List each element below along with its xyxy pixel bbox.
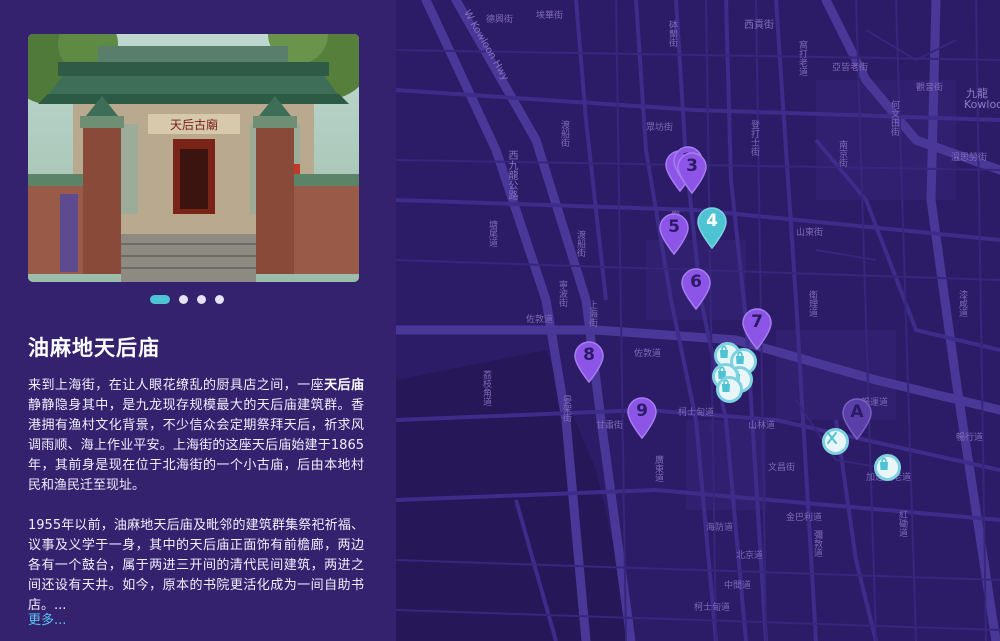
shopping-bag-icon [736,351,744,364]
street-label: 紅磡道 [897,510,907,537]
street-label: 山林道 [748,421,776,431]
attraction-panel: 天后古廟 油麻地天后庙 来到上海街，在让人眼花缭乱的厨具店之间，一座天后庙静静隐… [0,0,396,641]
street-label: 廣東道 [653,455,663,482]
pin-label: 8 [583,345,595,365]
carousel-dot-1[interactable] [150,295,170,304]
map-view[interactable]: W Kowloon Hwy 西九龍公路 塘尾道 渡船街 渡船街 寧波街 上海街 … [396,0,1000,641]
description-text: 来到上海街，在让人眼花缭乱的厨具店之间，一座 [28,378,325,393]
street-label: 寧波街 [557,280,567,307]
temple-sign: 天后古廟 [170,117,218,132]
street-label: 砵蘭街 [667,20,677,47]
street-label: 荔枝角道 [481,370,491,406]
description-highlight: 天后庙 [324,378,364,393]
street-label: 上海街 [587,300,597,327]
map-pin-7[interactable]: 7 [741,308,773,350]
map-roads [396,0,1000,641]
street-label: 山東街 [796,228,824,238]
street-label: 觀音街 [916,83,944,93]
street-label: 佐敦道 [634,349,662,359]
carousel-dot-4[interactable] [215,295,224,304]
description-paragraph-1: 来到上海街，在让人眼花缭乱的厨具店之间，一座天后庙静静隐身其中，是九龙现存规模最… [28,376,364,496]
shopping-poi[interactable] [874,454,901,481]
street-label: 眾坊街 [646,123,674,133]
street-label: 佐敦道 [526,315,554,325]
shopping-bag-icon [720,345,728,358]
street-label: 彌敦道 [812,530,822,557]
street-label: 西九龍公路 [506,150,517,200]
street-label: 暢行道 [956,433,984,443]
street-label: 渡船街 [575,230,585,257]
street-label: 晏架街 [561,395,571,422]
shopping-bag-icon [880,457,888,470]
street-label: 文昌街 [768,463,796,473]
street-label: 德興街 [486,15,514,25]
street-label: 埃華街 [536,11,564,21]
pin-label: 3 [686,156,698,176]
street-label: 西貢街 [744,20,774,31]
street-label: 中間道 [724,581,752,591]
street-label: 南京街 [837,140,847,167]
description-paragraph-2: 1955年以前，油麻地天后庙及毗邻的建筑群集祭祀祈福、议事及义学于一身，其中的天… [28,518,364,613]
carousel-indicators [150,295,224,304]
district-label: Kowloo [964,98,1000,111]
pin-label: A [850,402,864,422]
description-text: 静静隐身其中，是九龙现存规模最大的天后庙建筑群。香港拥有渔村文化背景，不少信众会… [28,398,364,493]
street-label: 海防道 [706,523,734,533]
pin-label: 7 [751,312,763,332]
street-label: 窩打老道 [797,40,807,76]
fork-knife-icon [827,432,837,444]
carousel-dot-2[interactable] [179,295,188,304]
pin-label: 4 [706,211,718,231]
street-label: 柯士甸道 [694,603,731,613]
street-label: 漆咸道 [957,290,967,317]
attraction-description: 来到上海街，在让人眼花缭乱的厨具店之间，一座天后庙静静隐身其中，是九龙现存规模最… [28,376,364,636]
more-link[interactable]: 更多... [28,609,66,628]
map-pin-4[interactable]: 4 [696,207,728,249]
map-pin-3[interactable]: 3 [676,152,708,194]
carousel-dot-3[interactable] [197,295,206,304]
street-label: 金巴利道 [786,513,823,523]
street-label: 登打士街 [749,120,759,156]
pin-label: 5 [668,217,680,237]
pin-label: 9 [636,401,648,421]
temple-photo-illustration: 天后古廟 [28,34,359,282]
street-label: 渡船街 [559,120,569,147]
pin-label: 6 [690,272,702,292]
shopping-bag-icon [722,379,730,392]
restaurant-poi[interactable] [822,428,849,455]
street-label: 塘尾道 [487,220,497,247]
attraction-photo: 天后古廟 [28,34,359,282]
attraction-title: 油麻地天后庙 [28,336,160,360]
street-label: 甘肅街 [596,421,624,431]
street-label: 柯士甸道 [678,408,715,418]
shopping-poi[interactable] [716,376,743,403]
street-label: 亞皆老街 [832,63,869,73]
map-pin-5[interactable]: 5 [658,213,690,255]
street-label: 北京道 [736,551,764,561]
map-pin-6[interactable]: 6 [680,268,712,310]
street-label: 衛理道 [807,290,817,317]
street-label: 溫思勞街 [951,153,988,163]
map-pin-9[interactable]: 9 [626,397,658,439]
map-pin-8[interactable]: 8 [573,341,605,383]
street-label: 何文田街 [889,100,899,136]
